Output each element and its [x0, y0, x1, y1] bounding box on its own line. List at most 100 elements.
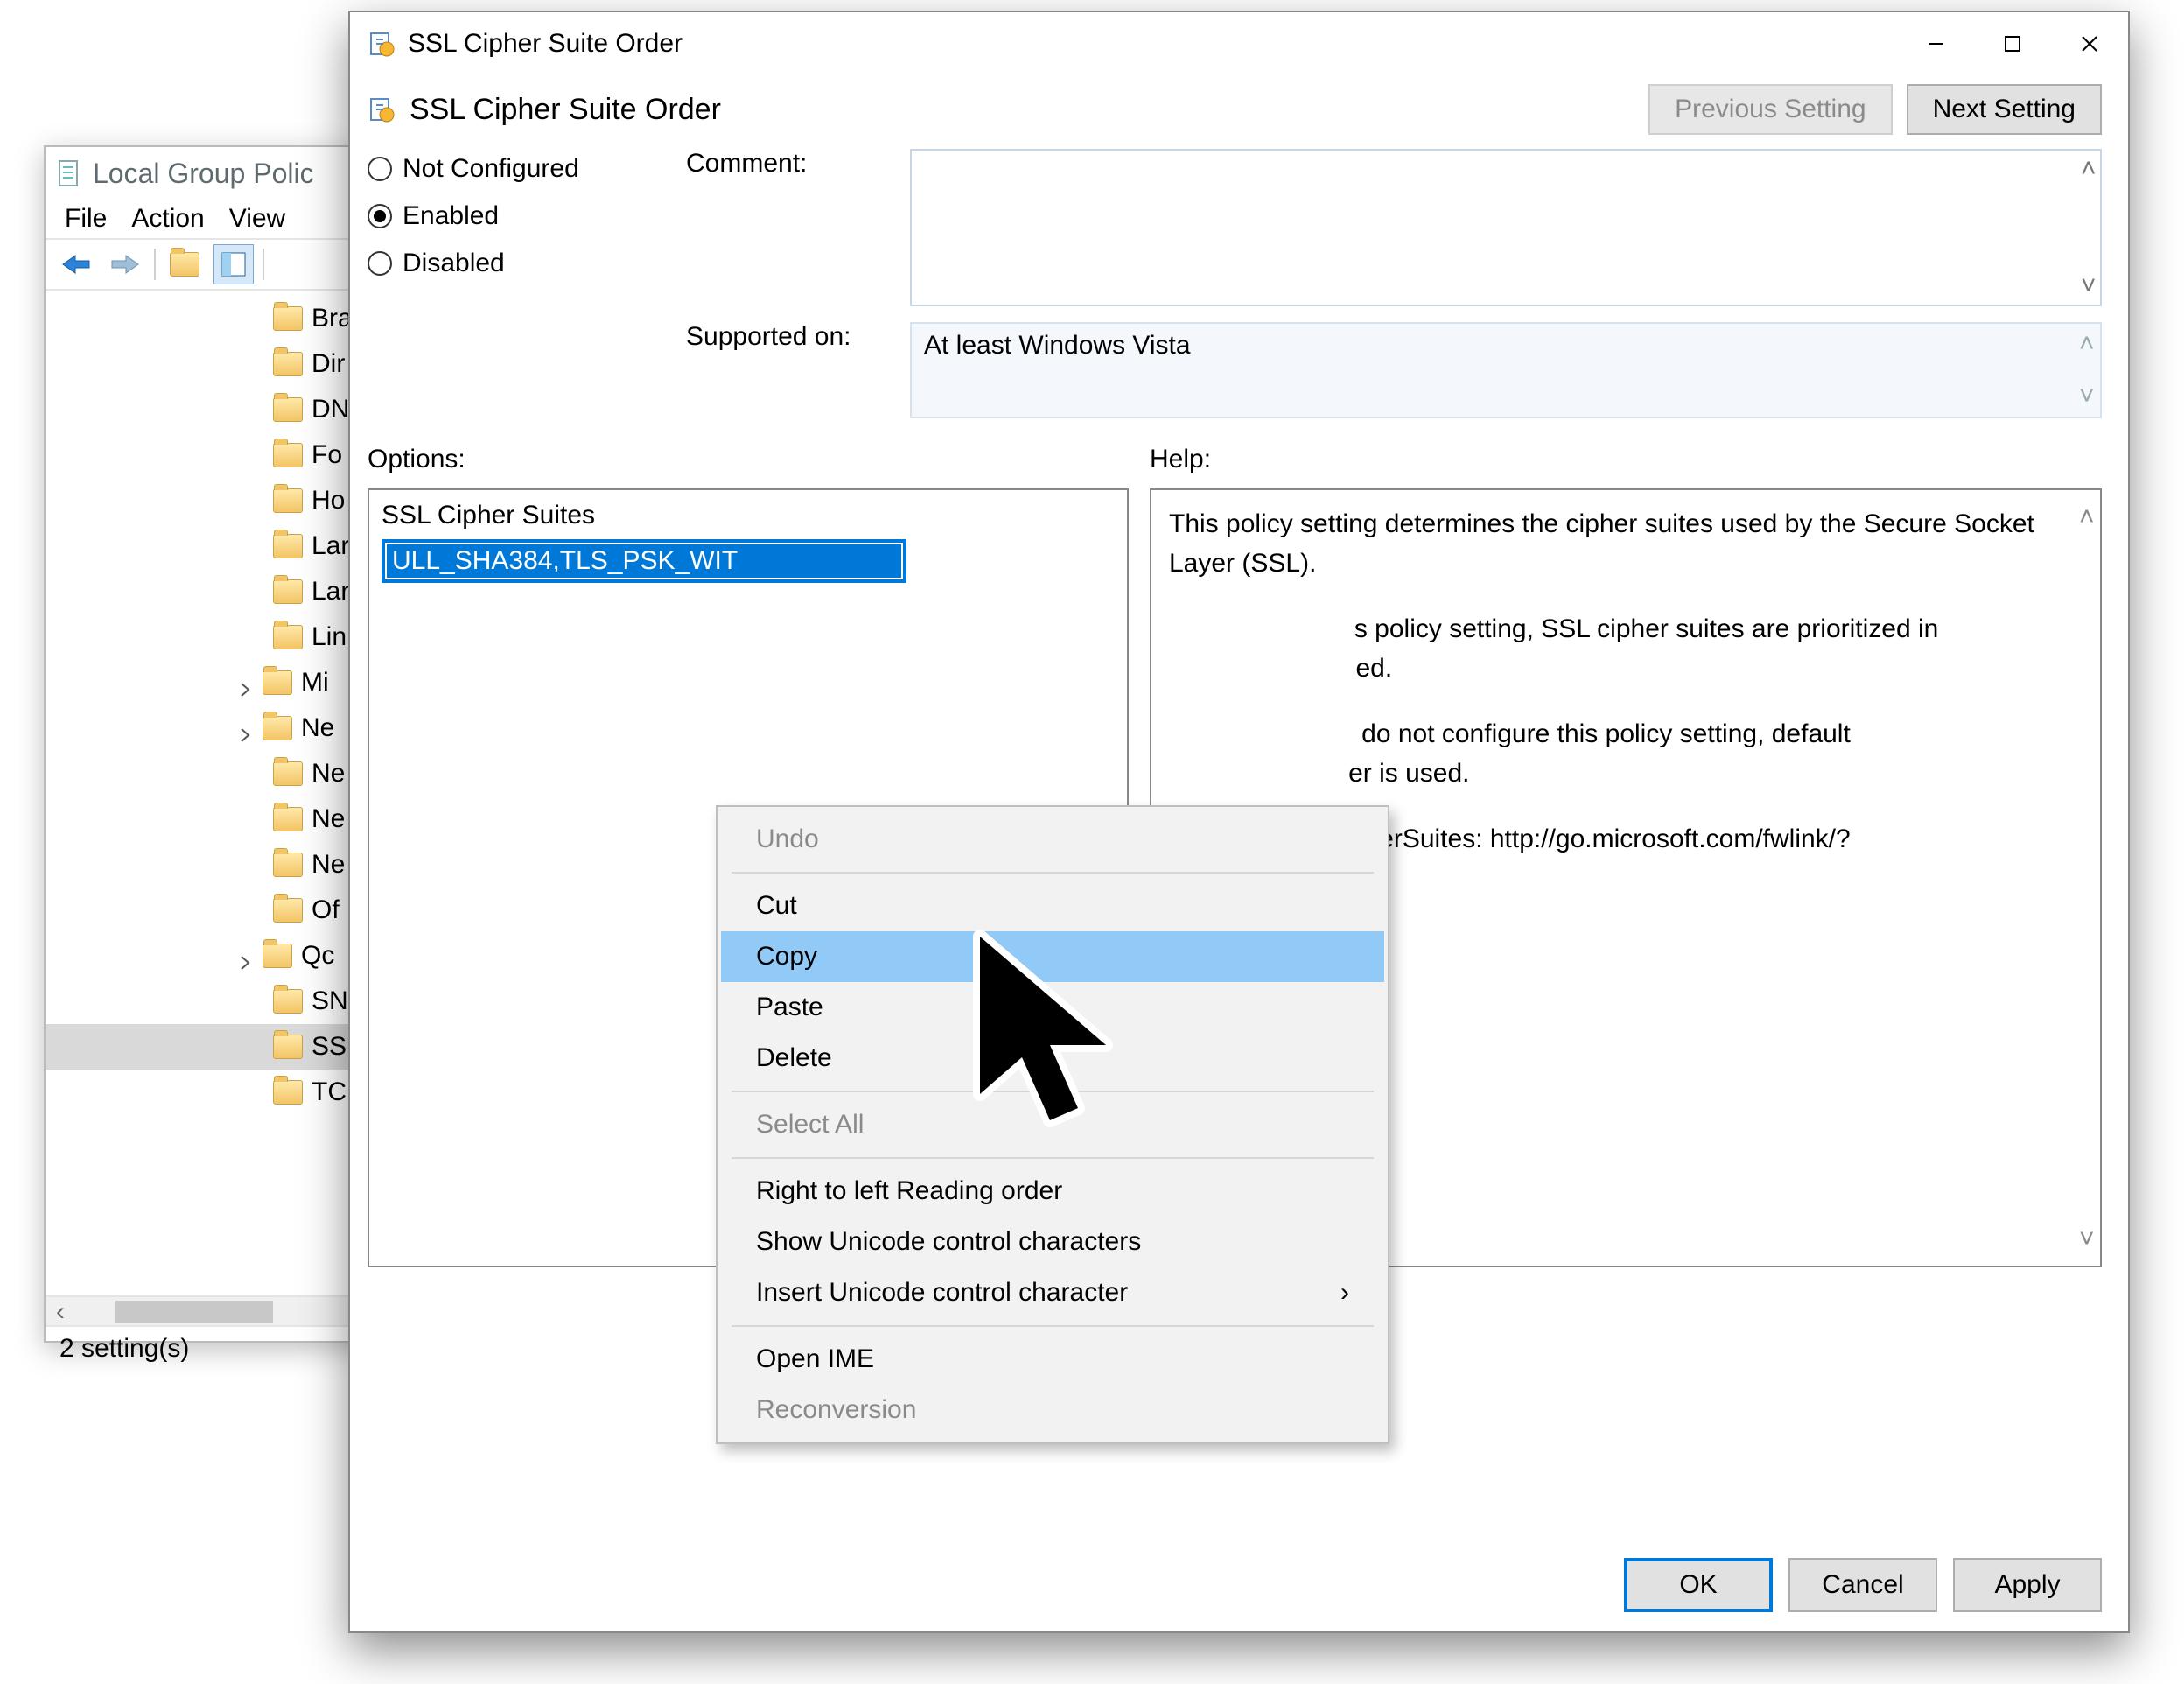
chevron-right-icon[interactable]	[238, 948, 254, 964]
ctx-paste[interactable]: Paste	[721, 982, 1384, 1033]
ssl-cipher-suites-value: ULL_SHA384,TLS_PSK_WIT	[387, 544, 901, 578]
supported-label: Supported on:	[686, 322, 896, 418]
ssl-cipher-suites-input[interactable]: ULL_SHA384,TLS_PSK_WIT	[382, 539, 906, 583]
policy-icon	[368, 95, 396, 123]
tree-item-label[interactable]: Ne	[312, 850, 345, 880]
ctx-rtl[interactable]: Right to left Reading order	[721, 1166, 1384, 1217]
chevron-right-icon[interactable]	[238, 675, 254, 691]
next-setting-button[interactable]: Next Setting	[1907, 84, 2102, 135]
up-folder-button[interactable]	[164, 244, 205, 284]
menu-file[interactable]: File	[65, 204, 107, 234]
context-menu: Undo Cut Copy Paste Delete Select All Ri…	[716, 805, 1390, 1444]
ctx-undo: Undo	[721, 814, 1384, 865]
dialog-subtitle: SSL Cipher Suite Order	[410, 93, 721, 127]
ctx-delete[interactable]: Delete	[721, 1033, 1384, 1084]
radio-not-configured[interactable]: Not Configured	[368, 154, 665, 184]
tree-item-label[interactable]: Ne	[312, 759, 345, 789]
menu-action[interactable]: Action	[131, 204, 204, 234]
folder-icon	[273, 989, 303, 1014]
scrollbar-thumb[interactable]	[116, 1301, 273, 1323]
separator	[732, 1157, 1374, 1159]
folder-icon	[273, 853, 303, 877]
folder-icon	[273, 443, 303, 467]
tree-item-label[interactable]: Lar	[312, 531, 349, 561]
radio-enabled[interactable]: Enabled	[368, 201, 665, 231]
separator	[732, 872, 1374, 874]
folder-icon	[273, 625, 303, 649]
policy-icon	[368, 30, 396, 58]
comment-label: Comment:	[686, 149, 896, 306]
chevron-down-icon[interactable]: ˅	[2079, 1219, 2095, 1259]
ssl-cipher-suites-label: SSL Cipher Suites	[382, 501, 1115, 530]
supported-on-value: At least Windows Vista	[924, 331, 1191, 360]
gpedit-icon	[56, 159, 84, 187]
maximize-button[interactable]	[1974, 18, 2051, 70]
folder-icon	[273, 1035, 303, 1059]
chevron-down-icon[interactable]: ˅	[2081, 271, 2096, 301]
tree-item-label[interactable]: Dir	[312, 349, 345, 379]
tree-item-label[interactable]: SS	[312, 1032, 346, 1062]
chevron-up-icon[interactable]: ˄	[2081, 154, 2096, 184]
back-button[interactable]	[56, 244, 96, 284]
show-hide-tree-button[interactable]	[214, 244, 254, 284]
forward-button[interactable]	[105, 244, 145, 284]
tree-item-label[interactable]: SN	[312, 986, 348, 1016]
dialog-title: SSL Cipher Suite Order	[408, 29, 682, 59]
folder-icon	[273, 1080, 303, 1105]
radio-icon	[368, 251, 392, 276]
tree-item-label[interactable]: Ne	[312, 804, 345, 834]
separator	[732, 1325, 1374, 1327]
folder-icon	[273, 352, 303, 376]
tree-item-label[interactable]: Lar	[312, 577, 349, 607]
radio-disabled[interactable]: Disabled	[368, 249, 665, 278]
ctx-insert-unicode[interactable]: Insert Unicode control character›	[721, 1267, 1384, 1318]
folder-icon	[262, 716, 292, 740]
tree-item-label[interactable]: Mi	[301, 668, 329, 698]
ctx-reconversion: Reconversion	[721, 1385, 1384, 1435]
ok-button[interactable]: OK	[1624, 1558, 1773, 1612]
chevron-left-icon[interactable]: ‹	[46, 1297, 75, 1327]
tree-item-label[interactable]: Ne	[301, 713, 334, 743]
cancel-button[interactable]: Cancel	[1788, 1558, 1937, 1612]
chevron-right-icon: ›	[1340, 1278, 1349, 1308]
dialog-titlebar[interactable]: SSL Cipher Suite Order	[350, 12, 2128, 75]
folder-icon	[273, 534, 303, 558]
folder-icon	[262, 944, 292, 968]
menu-view[interactable]: View	[229, 204, 285, 234]
ctx-copy[interactable]: Copy	[721, 931, 1384, 982]
status-text: 2 setting(s)	[60, 1334, 189, 1364]
radio-icon	[368, 204, 392, 228]
chevron-down-icon: ˅	[2079, 382, 2095, 411]
folder-icon	[273, 807, 303, 831]
comment-field[interactable]: ˄ ˅	[910, 149, 2102, 306]
tree-item-label[interactable]: DN	[312, 395, 349, 425]
help-label: Help:	[1150, 445, 1211, 474]
tree-item-label[interactable]: Fo	[312, 440, 342, 470]
tree-item-label[interactable]: Ho	[312, 486, 345, 516]
radio-icon	[368, 157, 392, 181]
tree-item-label[interactable]: Of	[312, 895, 340, 925]
ctx-select-all: Select All	[721, 1099, 1384, 1150]
folder-icon	[170, 252, 200, 277]
folder-icon	[273, 579, 303, 604]
chevron-up-icon: ˄	[2079, 329, 2095, 359]
folder-icon	[273, 306, 303, 331]
supported-on-field: At least Windows Vista ˄ ˅	[910, 322, 2102, 418]
previous-setting-button: Previous Setting	[1648, 84, 1892, 135]
apply-button[interactable]: Apply	[1953, 1558, 2102, 1612]
tree-item-label[interactable]: Qc	[301, 941, 334, 971]
ctx-cut[interactable]: Cut	[721, 881, 1384, 931]
ctx-show-unicode[interactable]: Show Unicode control characters	[721, 1217, 1384, 1267]
tree-item-label[interactable]: Lin	[312, 622, 346, 652]
minimize-button[interactable]	[1897, 18, 1974, 70]
ctx-open-ime[interactable]: Open IME	[721, 1334, 1384, 1385]
chevron-right-icon[interactable]	[238, 720, 254, 736]
options-label: Options:	[368, 445, 1129, 474]
close-button[interactable]	[2051, 18, 2128, 70]
gpedit-title: Local Group Polic	[93, 158, 314, 190]
folder-icon	[273, 488, 303, 513]
chevron-up-icon[interactable]: ˄	[2079, 497, 2095, 537]
tree-item-label[interactable]: TC	[312, 1077, 346, 1107]
tree-item-label[interactable]: Bra	[312, 304, 353, 333]
folder-icon	[273, 898, 303, 923]
